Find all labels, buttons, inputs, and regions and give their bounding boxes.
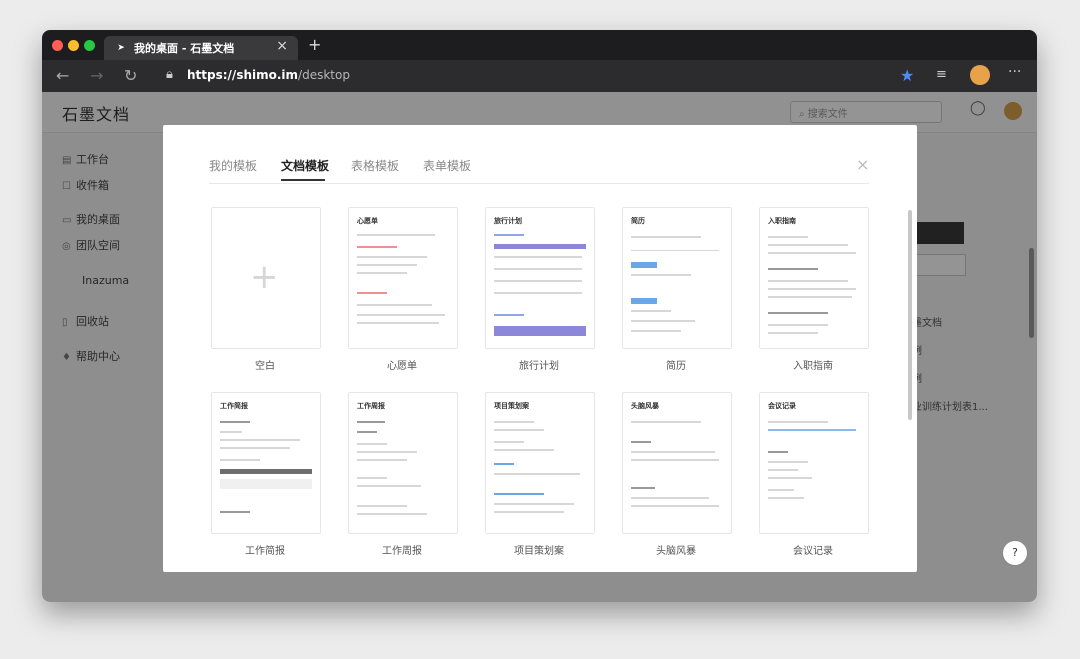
template-label[interactable]: 工作简报 [211, 542, 319, 557]
tab-sheet-templates[interactable]: 表格模板 [351, 157, 399, 174]
close-icon[interactable]: × [856, 155, 869, 174]
template-preview-title: 旅行计划 [494, 217, 522, 225]
tab-bar: ➤ 我的桌面 - 石墨文档 × + [42, 30, 1037, 60]
template-label[interactable]: 工作周报 [348, 542, 456, 557]
new-tab-button[interactable]: + [308, 35, 321, 54]
zoom-window-button[interactable] [84, 40, 95, 51]
template-card-work-brief[interactable]: 工作简报 [211, 392, 321, 534]
url-field[interactable]: https://shimo.im/desktop [187, 68, 350, 82]
template-label[interactable]: 会议记录 [759, 542, 867, 557]
back-icon[interactable]: ← [56, 66, 69, 85]
template-card-meeting-notes[interactable]: 会议记录 [759, 392, 869, 534]
template-preview-title: 工作简报 [220, 402, 248, 410]
template-label[interactable]: 入职指南 [759, 357, 867, 372]
template-label[interactable]: 项目策划案 [485, 542, 593, 557]
template-card-travel-plan[interactable]: 旅行计划 [485, 207, 595, 349]
template-preview-title: 工作周报 [357, 402, 385, 410]
browser-window: ➤ 我的桌面 - 石墨文档 × + ← → ↻ 🔒︎ https://shimo… [42, 30, 1037, 602]
template-label[interactable]: 简历 [622, 357, 730, 372]
tab-my-templates[interactable]: 我的模板 [209, 157, 257, 174]
template-label[interactable]: 头脑风暴 [622, 542, 730, 557]
template-card-onboarding[interactable]: 入职指南 [759, 207, 869, 349]
template-preview-title: 头脑风暴 [631, 402, 659, 410]
plus-icon: + [250, 257, 279, 297]
forward-icon[interactable]: → [90, 66, 103, 85]
template-card-wishlist[interactable]: 心愿单 [348, 207, 458, 349]
browser-tab[interactable]: ➤ 我的桌面 - 石墨文档 × [104, 36, 298, 60]
template-preview-title: 会议记录 [768, 402, 796, 410]
modal-scrollbar[interactable] [908, 210, 912, 420]
tab-close-icon[interactable]: × [276, 38, 288, 54]
template-tabs: 我的模板 文档模板 表格模板 表单模板 [209, 157, 869, 184]
tab-form-templates[interactable]: 表单模板 [423, 157, 471, 174]
url-host: https://shimo.im [187, 68, 299, 82]
template-card-brainstorm[interactable]: 头脑风暴 [622, 392, 732, 534]
help-button[interactable]: ? [1002, 540, 1028, 566]
more-icon[interactable]: ··· [1008, 64, 1021, 80]
tab-document-templates[interactable]: 文档模板 [281, 157, 329, 174]
template-preview-title: 简历 [631, 217, 645, 225]
star-icon[interactable]: ★ [900, 66, 914, 85]
active-tab-indicator [281, 179, 325, 181]
template-modal: 我的模板 文档模板 表格模板 表单模板 × + 空白 心愿单 心愿单 旅行计划 [163, 125, 917, 572]
template-card-blank[interactable]: + [211, 207, 321, 349]
minimize-window-button[interactable] [68, 40, 79, 51]
profile-avatar[interactable] [970, 65, 990, 85]
favicon-icon: ➤ [117, 43, 125, 53]
template-preview-title: 入职指南 [768, 217, 796, 225]
template-card-weekly-report[interactable]: 工作周报 [348, 392, 458, 534]
template-card-project-plan[interactable]: 项目策划案 [485, 392, 595, 534]
template-label[interactable]: 空白 [211, 357, 319, 372]
extensions-icon[interactable]: ≡ [936, 67, 947, 82]
close-window-button[interactable] [52, 40, 63, 51]
url-path: /desktop [298, 68, 350, 82]
template-preview-title: 项目策划案 [494, 402, 529, 410]
template-preview-title: 心愿单 [357, 217, 378, 225]
template-card-resume[interactable]: 简历 [622, 207, 732, 349]
lock-icon: 🔒︎ [166, 67, 173, 82]
template-label[interactable]: 旅行计划 [485, 357, 593, 372]
reload-icon[interactable]: ↻ [124, 66, 137, 85]
tab-title: 我的桌面 - 石墨文档 [134, 42, 235, 55]
address-bar: ← → ↻ 🔒︎ https://shimo.im/desktop ★ ≡ ··… [42, 60, 1037, 92]
template-label[interactable]: 心愿单 [348, 357, 456, 372]
